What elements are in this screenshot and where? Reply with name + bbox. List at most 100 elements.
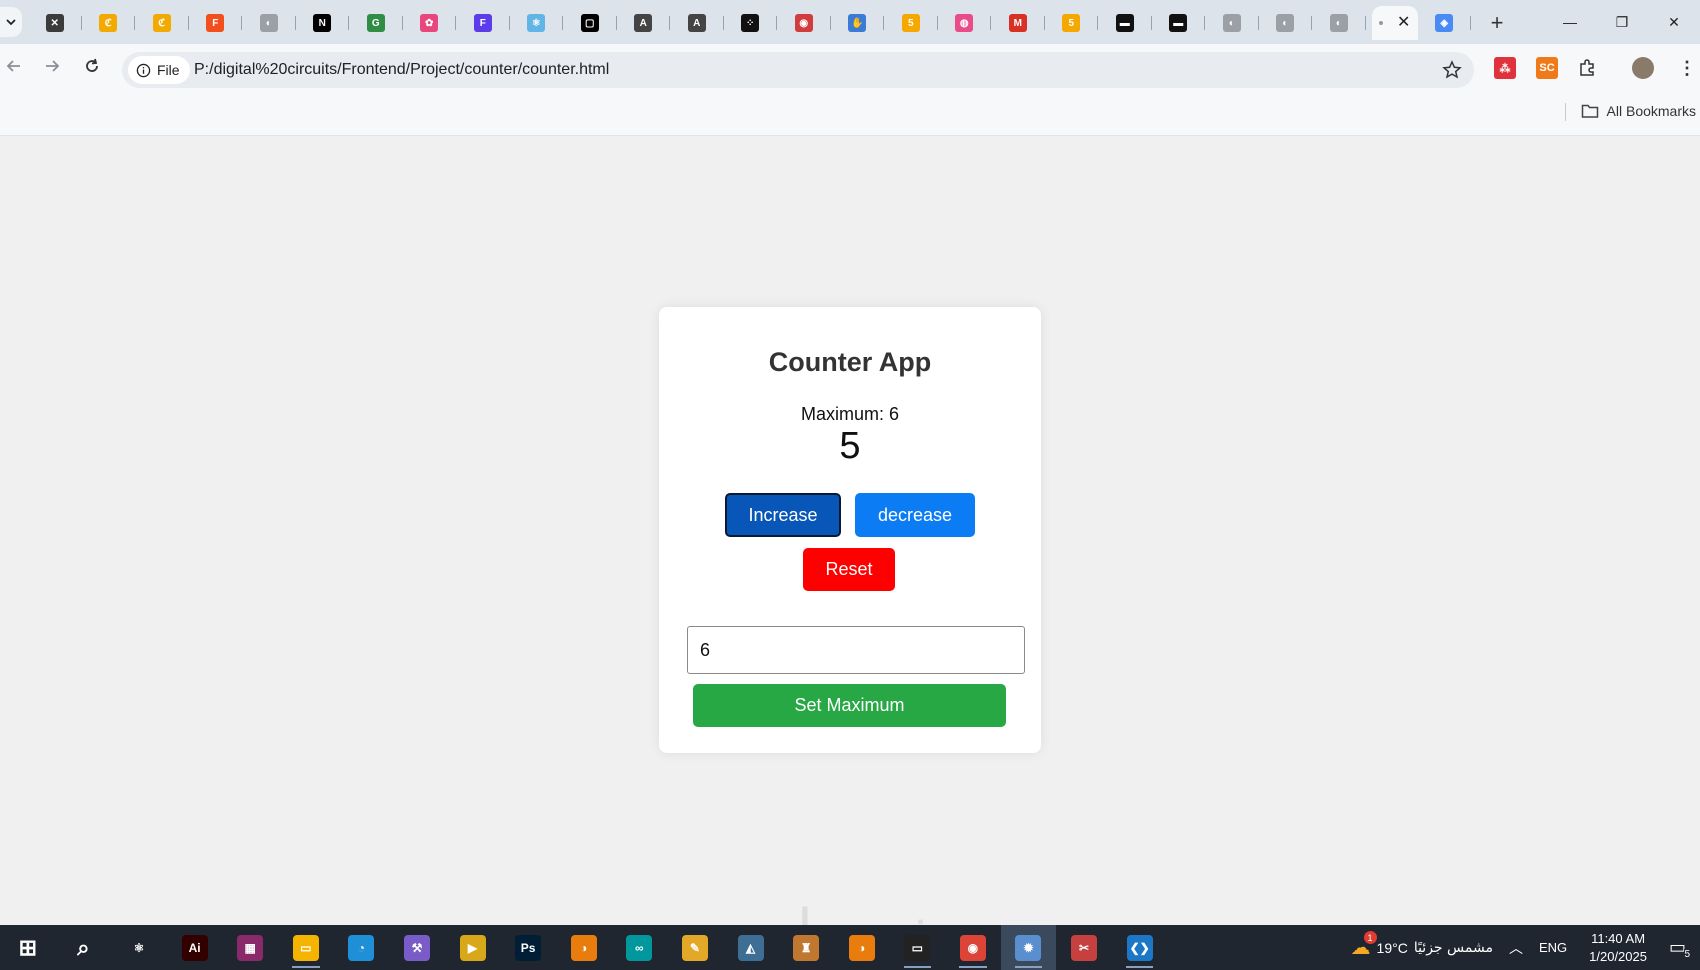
browser-tab[interactable]: ▬ [1152, 6, 1206, 40]
new-tab-button[interactable]: + [1477, 6, 1517, 40]
browser-tab[interactable]: ▢ [563, 6, 617, 40]
bookmark-star-icon[interactable] [1442, 60, 1462, 80]
browser-tab[interactable]: F [189, 6, 243, 40]
taskbar-arduino[interactable]: ∞ [612, 925, 668, 970]
site-info-label: File [157, 62, 180, 78]
back-button[interactable] [0, 52, 28, 80]
browser-tab[interactable]: ◐ [242, 6, 296, 40]
browser-tab[interactable]: A [617, 6, 671, 40]
taskbar-vscode[interactable]: ❮❯ [1112, 925, 1168, 970]
browser-tab[interactable]: ◐ [1259, 6, 1313, 40]
browser-tab[interactable]: ✿ [403, 6, 457, 40]
taskbar-apps: ⊞ ⌕ ⚛ Ai ▦ ▭ ◔ ⚒ ▶ Ps ◑ ∞ ✎ ◭ ♜ ◑ ▭ ◉ ✹ ✂ ❮❯ [0, 925, 1167, 970]
decrease-button[interactable]: decrease [855, 493, 975, 537]
taskbar-edge[interactable]: ◔ [334, 925, 390, 970]
windows-taskbar: ⊞ ⌕ ⚛ Ai ▦ ▭ ◔ ⚒ ▶ Ps ◑ ∞ ✎ ◭ ♜ ◑ ▭ ◉ ✹ ✂ ❮❯ ☁ 1 19°C مشمس جز… [0, 925, 1700, 970]
taskbar-atom[interactable]: ⚛ [111, 925, 167, 970]
photoshop-icon: Ps [515, 934, 542, 961]
browser-tab[interactable]: N [296, 6, 350, 40]
browser-tab[interactable]: ⚛ [510, 6, 564, 40]
counter-value: 5 [839, 425, 861, 467]
url-text[interactable]: P:/digital%20circuits/Frontend/Project/c… [194, 61, 609, 79]
taskbar-paint[interactable]: ✹ [1000, 925, 1057, 970]
tray-overflow-button[interactable]: ︿ [1501, 938, 1531, 958]
taskbar-terminal[interactable]: ▭ [890, 925, 946, 970]
reload-button[interactable] [78, 52, 106, 80]
clock[interactable]: 11:40 AM 1/20/2025 [1575, 930, 1661, 966]
active-tab[interactable]: ✕ [1371, 6, 1418, 40]
browser-tab[interactable]: ℭ [135, 6, 189, 40]
browser-tab[interactable]: ◐ [1312, 6, 1366, 40]
taskbar-blender-2[interactable]: ◑ [834, 925, 890, 970]
browser-tab[interactable]: ◈ [1418, 6, 1472, 40]
weather-badge: 1 [1363, 931, 1377, 944]
profile-avatar[interactable] [1632, 57, 1654, 79]
blender-icon: ◑ [570, 934, 597, 961]
set-maximum-button[interactable]: Set Maximum [693, 684, 1006, 727]
weather-temp: 19°C [1376, 939, 1408, 956]
tab-favicon-dark-icon: ▬ [1169, 14, 1188, 32]
tab-strip: ✕ ℭ ℭ F ◐ N G ✿ F ⚛ ▢ A A ⁘ ◉ ✋ 5 ◍ M 5 ▬ ▬ ◐ ◐ ◐ ✕ ◈ + — ❐ ✕ [0, 0, 1700, 44]
browser-tab[interactable]: ⁘ [724, 6, 778, 40]
reload-icon [86, 58, 98, 72]
tab-search-button[interactable] [0, 7, 22, 37]
taskbar-git[interactable]: ✂ [1056, 925, 1112, 970]
taskbar-file-explorer[interactable]: ▭ [278, 925, 334, 970]
all-bookmarks-button[interactable]: All Bookmarks [1581, 103, 1696, 119]
forward-button[interactable] [38, 52, 66, 80]
tab-favicon-globe-icon: ◐ [1329, 14, 1348, 32]
taskbar-winrar[interactable]: ▦ [222, 925, 278, 970]
active-tab-favicon-icon [1378, 21, 1383, 25]
site-info-chip[interactable]: File [128, 56, 190, 84]
browser-tab[interactable]: 5 [1045, 6, 1099, 40]
browser-tab[interactable]: M [991, 6, 1045, 40]
browser-tab[interactable]: F [456, 6, 510, 40]
browser-tab[interactable]: 5 [884, 6, 938, 40]
browser-tab[interactable]: ◉ [777, 6, 831, 40]
browser-tab[interactable]: G [349, 6, 403, 40]
taskbar-media[interactable]: ▶ [445, 925, 501, 970]
taskbar-rocket[interactable]: ♜ [778, 925, 834, 970]
close-window-button[interactable]: ✕ [1648, 0, 1700, 44]
taskbar-search[interactable]: ⌕ [56, 925, 112, 970]
menu-button[interactable]: ⋮ [1676, 57, 1698, 79]
increase-button[interactable]: Increase [725, 493, 841, 537]
maximum-label: Maximum: 6 [659, 404, 1041, 425]
reset-button[interactable]: Reset [803, 548, 895, 591]
taskbar-mysql[interactable]: ◭ [723, 925, 779, 970]
tab-favicon-dice-icon: ⁘ [741, 14, 760, 32]
restore-button[interactable]: ❐ [1596, 0, 1648, 44]
taskbar-chrome[interactable]: ◉ [945, 925, 1001, 970]
minimize-icon: — [1563, 14, 1577, 30]
extension-red-icon[interactable]: ⁂ [1494, 57, 1516, 79]
browser-tab[interactable]: ▬ [1098, 6, 1152, 40]
address-bar[interactable]: File P:/digital%20circuits/Frontend/Proj… [122, 52, 1474, 88]
browser-tab[interactable]: ◍ [938, 6, 992, 40]
tab-close-icon[interactable]: ✕ [1397, 15, 1410, 31]
counter-card: Counter App Maximum: 6 5 Increase decrea… [659, 307, 1041, 753]
language-indicator[interactable]: ENG [1531, 940, 1575, 955]
extension-sc-icon[interactable]: SC [1536, 57, 1558, 79]
notifications-button[interactable]: ▭ 5 [1661, 937, 1700, 960]
browser-tab[interactable]: ◐ [1205, 6, 1259, 40]
taskbar-blender[interactable]: ◑ [556, 925, 612, 970]
taskbar-sticky[interactable]: ✎ [667, 925, 723, 970]
browser-tab[interactable]: ✋ [831, 6, 885, 40]
taskbar-illustrator[interactable]: Ai [167, 925, 223, 970]
browser-tab[interactable]: ✕ [28, 6, 82, 40]
tab-favicon-font-icon: A [634, 14, 653, 32]
taskbar-start[interactable]: ⊞ [0, 925, 56, 970]
tab-favicon-five-icon: 5 [901, 14, 920, 32]
maximum-input[interactable] [687, 626, 1025, 674]
tab-favicon-dots-icon: ✿ [420, 14, 439, 32]
maximum-prefix: Maximum: [800, 404, 889, 424]
browser-tab[interactable]: ℭ [82, 6, 136, 40]
browser-tab[interactable]: A [670, 6, 724, 40]
winrar-icon: ▦ [237, 934, 264, 961]
taskbar-photoshop[interactable]: Ps [500, 925, 556, 970]
weather-widget[interactable]: ☁ 1 19°C مشمس جزئيًا [1343, 931, 1501, 960]
minimize-button[interactable]: — [1544, 0, 1596, 44]
taskbar-tool[interactable]: ⚒ [389, 925, 445, 970]
extension-puzzle-icon[interactable] [1576, 57, 1598, 79]
tab-favicon-react-icon: ⚛ [527, 14, 546, 32]
